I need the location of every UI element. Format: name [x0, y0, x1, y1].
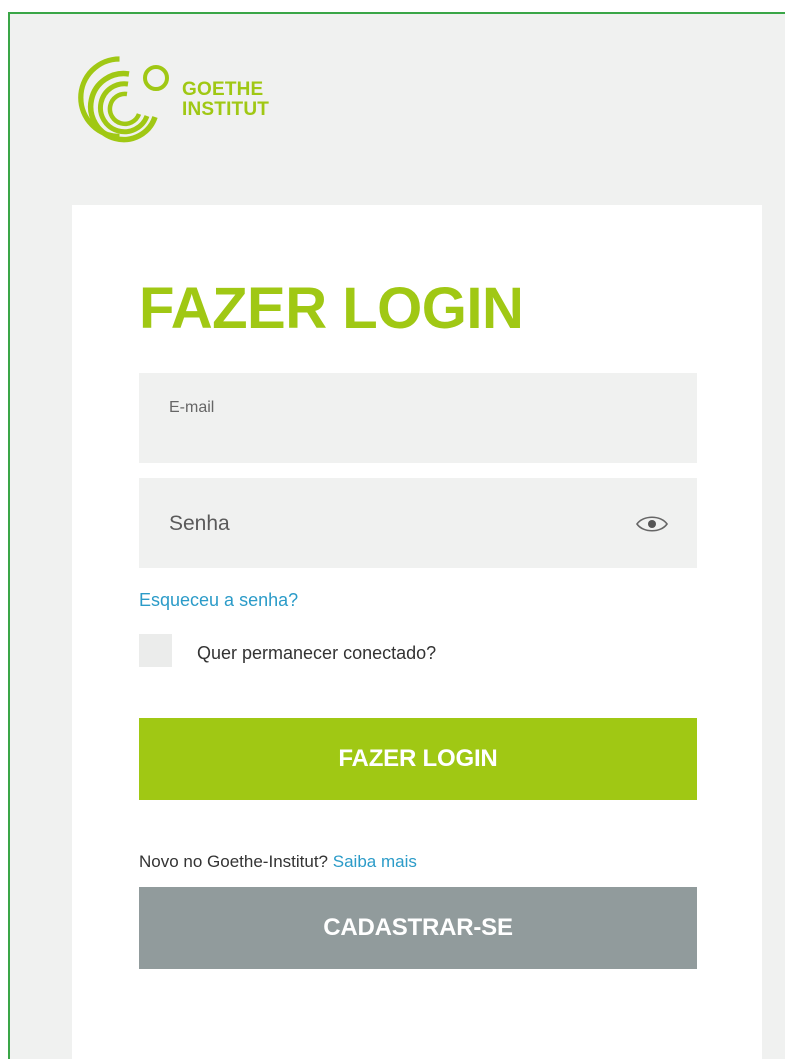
password-input[interactable]	[139, 478, 697, 568]
logo-line-2: INSTITUT	[182, 99, 270, 120]
login-card: FAZER LOGIN E-mail Senha Esqueceu a senh…	[72, 205, 762, 1059]
remember-me-checkbox[interactable]	[139, 634, 172, 667]
register-button[interactable]: CADASTRAR-SE	[139, 887, 697, 969]
logo-line-1: GOETHE	[182, 79, 264, 100]
goethe-institut-logo[interactable]: GOETHE INSTITUT	[72, 54, 292, 144]
email-input[interactable]	[139, 373, 697, 463]
forgot-password-link[interactable]: Esqueceu a senha?	[139, 590, 298, 611]
login-button[interactable]: FAZER LOGIN	[139, 718, 697, 800]
remember-me-label: Quer permanecer conectado?	[197, 643, 437, 663]
page-title: FAZER LOGIN	[139, 276, 524, 341]
logo-wordmark: GOETHE INSTITUT	[182, 80, 269, 120]
password-field[interactable]: Senha	[139, 478, 697, 568]
email-field[interactable]: E-mail	[139, 373, 697, 463]
page-frame: GOETHE INSTITUT FAZER LOGIN E-mail Senha…	[8, 12, 785, 1059]
eye-icon[interactable]	[635, 513, 669, 535]
learn-more-link[interactable]: Saiba mais	[333, 852, 417, 871]
new-user-prompt: Novo no Goethe-Institut? Saiba mais	[139, 852, 417, 872]
new-user-text: Novo no Goethe-Institut?	[139, 852, 329, 871]
goethe-logo-icon	[78, 56, 169, 143]
